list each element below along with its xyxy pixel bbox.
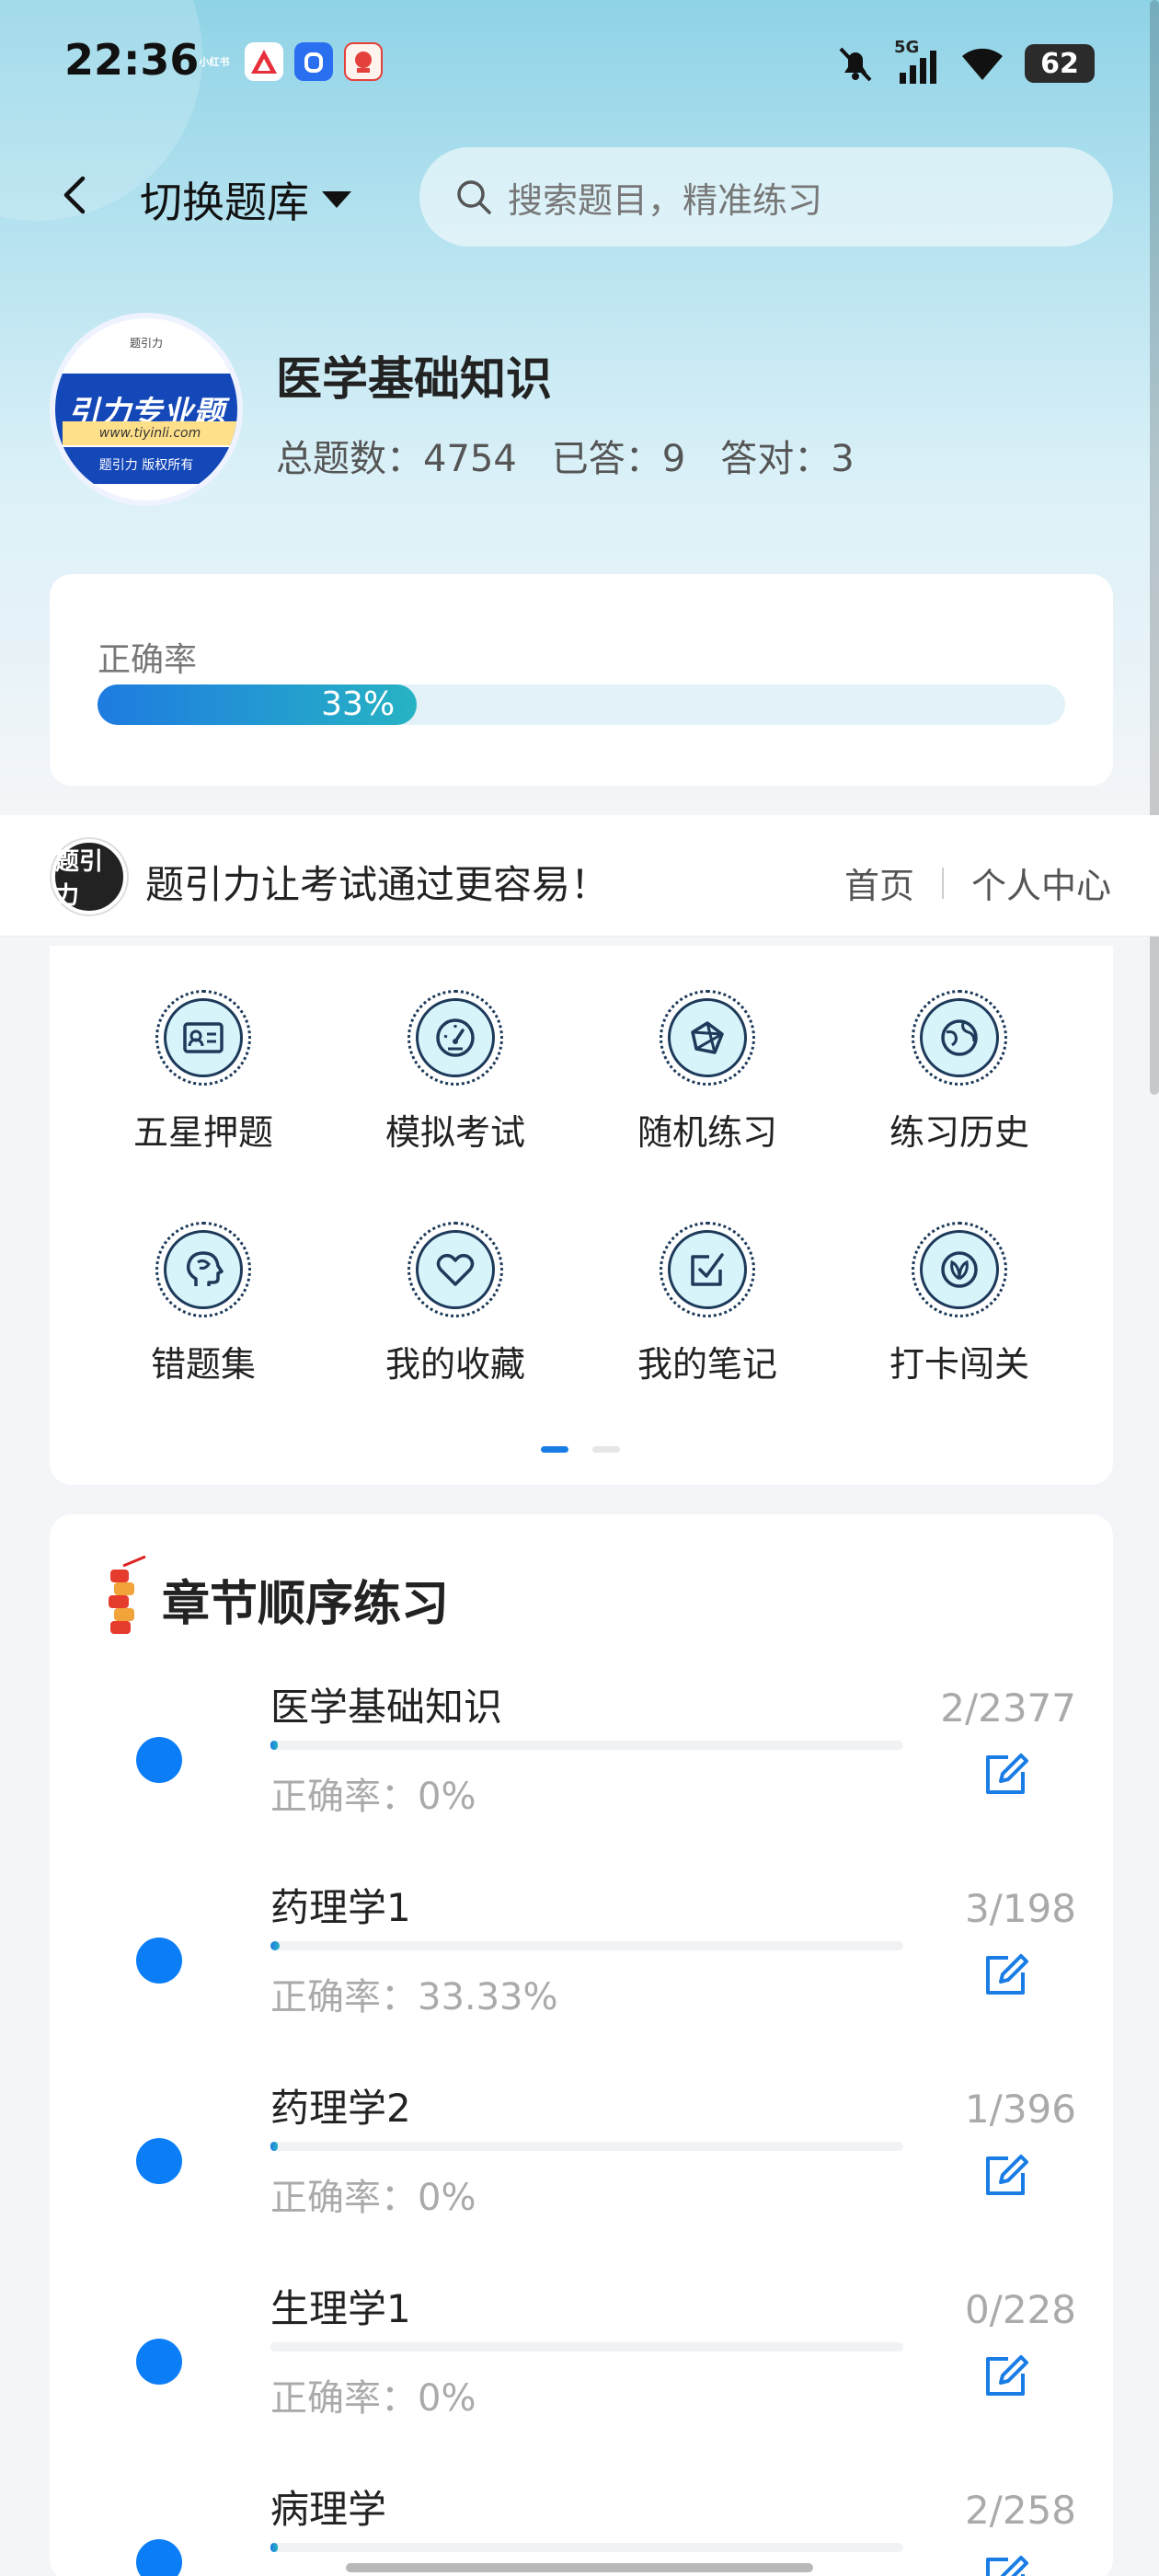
banner-slogan: 题引力让考试通过更容易！ (145, 862, 610, 907)
edit-icon[interactable] (981, 2149, 1032, 2201)
search-input[interactable]: 搜索题目，精准练习 (419, 147, 1113, 247)
chapter-progress-track (270, 1741, 903, 1750)
chapter-accuracy: 正确率：0% (270, 2177, 476, 2219)
switch-bank-dropdown[interactable]: 切换题库 (140, 169, 351, 230)
chapter-count: 1/396 (964, 2087, 1076, 2132)
chapter-section-title: 章节顺序练习 (162, 1576, 450, 1632)
chapter-row[interactable]: 药理学2 正确率：0% 1/396 (50, 2072, 1113, 2272)
accuracy-value: 33% (321, 685, 396, 723)
clock: 22:36 (64, 35, 200, 85)
function-check-in[interactable]: 打卡闯关 (854, 1222, 1065, 1406)
search-placeholder: 搜索题目，精准练习 (508, 179, 823, 221)
caret-down-icon (322, 191, 351, 208)
edit-icon[interactable] (981, 2350, 1032, 2401)
chapter-progress-track (270, 2342, 903, 2352)
firecracker-icon (109, 1555, 146, 1634)
function-favorites[interactable]: 我的收藏 (350, 1222, 561, 1406)
search-icon (457, 180, 491, 214)
id-card-icon (183, 1022, 224, 1053)
answered-count: 已答：9 (551, 438, 686, 480)
mute-bell-icon (839, 47, 872, 82)
chapter-bullet (136, 1938, 182, 1984)
switch-bank-label: 切换题库 (140, 178, 309, 227)
brain-head-icon (186, 1251, 224, 1286)
chapter-progress-fill (270, 2543, 279, 2552)
function-mock-exam[interactable]: 模拟考试 (350, 990, 561, 1174)
function-notes[interactable]: 我的笔记 (602, 1222, 813, 1406)
xiaohongshu-app-icon: 小红书 (199, 56, 230, 68)
nav-home-link[interactable]: 首页 (844, 857, 914, 908)
chapter-row[interactable]: 医学基础知识 正确率：0% 2/2377 (50, 1671, 1113, 1871)
chapter-accuracy: 正确率：33.33% (270, 1976, 558, 2018)
bank-stats: 总题数：4754 已答：9 答对：3 (276, 429, 855, 482)
leaf-badge-icon (941, 1251, 978, 1288)
chapter-progress-fill (270, 1941, 281, 1950)
chapter-count: 0/228 (964, 2287, 1076, 2332)
chapter-count: 2/258 (964, 2488, 1076, 2533)
chapter-name: 病理学 (270, 2487, 387, 2532)
edit-icon[interactable] (981, 1748, 1032, 1800)
globe-icon (941, 1019, 978, 1056)
heart-icon (436, 1253, 475, 1286)
brand-logo: 题引力 (52, 839, 127, 914)
chapter-progress-track (270, 1941, 903, 1950)
chapter-name: 医学基础知识 (270, 1685, 503, 1730)
accuracy-label: 正确率 (98, 641, 198, 679)
edit-icon[interactable] (981, 2550, 1032, 2576)
nav-profile-link[interactable]: 个人中心 (971, 857, 1111, 908)
total-count: 总题数：4754 (276, 438, 517, 480)
back-arrow-icon[interactable] (55, 175, 96, 215)
chapter-accuracy: 正确率：0% (270, 1776, 476, 1818)
chapter-bullet (136, 2539, 182, 2576)
chapter-count: 2/2377 (940, 1685, 1076, 1731)
chapter-progress-fill (270, 1741, 279, 1750)
function-grid: 五星押题 模拟考试 随机练习 练习历史 错题集 我的收藏 我的笔记 打卡闯关 (50, 946, 1113, 1485)
chapter-practice-card: 章节顺序练习 医学基础知识 正确率：0% 2/2377 药理学1 正确率：33.… (50, 1514, 1113, 2576)
cellular-signal-icon: 5G (894, 38, 940, 84)
speedometer-icon (436, 1018, 475, 1057)
question-bank-logo: 题引力 引力专业题 www.tiyinli.com 题引力 版权所有 (50, 313, 243, 506)
battery-indicator: 62 (1025, 44, 1095, 83)
chapter-bullet (136, 1737, 182, 1783)
accuracy-progress-track: 33% (98, 684, 1065, 725)
promo-banner: 题引力 题引力让考试通过更容易！ 首页 个人中心 (0, 815, 1159, 937)
chapter-bullet (136, 2339, 182, 2385)
chapter-bullet (136, 2138, 182, 2184)
blue-app-icon (294, 42, 333, 81)
chapter-name: 药理学2 (270, 2086, 411, 2131)
chapter-row[interactable]: 药理学1 正确率：33.33% 3/198 (50, 1871, 1113, 2072)
function-five-star[interactable]: 五星押题 (98, 990, 309, 1174)
red-badge-app-icon (344, 42, 383, 81)
chapter-name: 生理学1 (270, 2286, 411, 2331)
wifi-icon (962, 48, 1003, 80)
correct-count: 答对：3 (720, 438, 855, 480)
status-bar: 22:36 小红书 5G 62 (0, 0, 1159, 129)
chapter-progress-fill (270, 2142, 279, 2151)
chapter-progress-track (270, 2142, 903, 2151)
accuracy-progress-fill: 33% (98, 684, 418, 725)
red-triangle-app-icon (245, 42, 283, 81)
network-icon (691, 1021, 724, 1054)
chapter-row[interactable]: 病理学 2/258 (50, 2473, 1113, 2576)
edit-icon[interactable] (981, 1949, 1032, 2000)
note-check-icon (691, 1253, 724, 1286)
function-wrong-questions[interactable]: 错题集 (98, 1222, 309, 1406)
page-dot-active[interactable] (541, 1446, 568, 1453)
page-indicator (541, 1446, 620, 1453)
chapter-progress-track (270, 2543, 903, 2552)
chapter-name: 药理学1 (270, 1885, 411, 1930)
function-practice-history[interactable]: 练习历史 (854, 990, 1065, 1174)
chapter-count: 3/198 (964, 1886, 1076, 1931)
function-random-practice[interactable]: 随机练习 (602, 990, 813, 1174)
bank-title: 医学基础知识 (276, 352, 552, 406)
home-indicator[interactable] (346, 2563, 813, 2572)
nav-divider (941, 867, 944, 899)
chapter-accuracy: 正确率：0% (270, 2377, 476, 2420)
page-dot[interactable] (592, 1446, 620, 1453)
chapter-row[interactable]: 生理学1 正确率：0% 0/228 (50, 2272, 1113, 2473)
accuracy-card: 正确率 33% (50, 574, 1113, 786)
